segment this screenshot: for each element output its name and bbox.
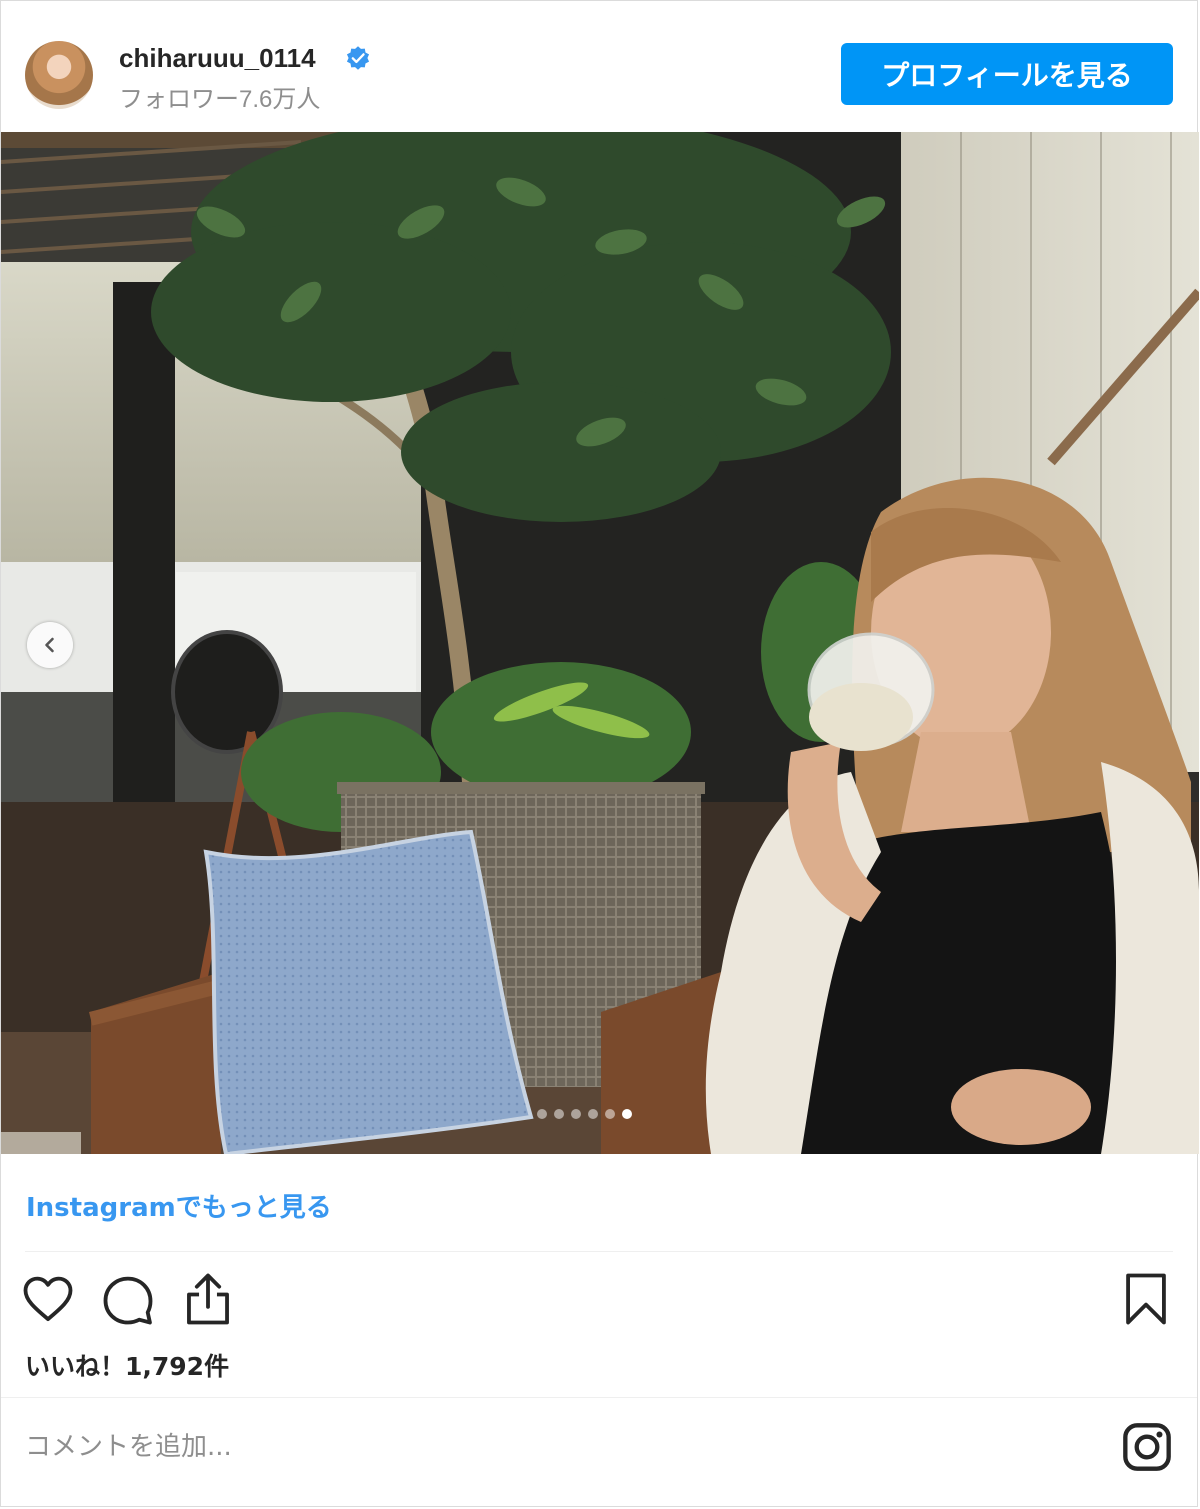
carousel-dot (571, 1109, 581, 1119)
post-image (1, 132, 1199, 1154)
view-profile-button[interactable]: プロフィールを見る (841, 43, 1173, 105)
add-comment-input[interactable] (23, 1421, 1077, 1473)
bookmark-icon[interactable] (1121, 1271, 1171, 1327)
carousel-indicator (537, 1109, 632, 1123)
carousel-dot (554, 1109, 564, 1119)
carousel-dot (588, 1109, 598, 1119)
heart-icon[interactable] (21, 1273, 75, 1327)
carousel-dot-active (622, 1109, 632, 1119)
carousel-dot (537, 1109, 547, 1119)
divider (25, 1251, 1173, 1252)
avatar[interactable] (25, 41, 93, 109)
comment-icon[interactable] (101, 1273, 155, 1327)
chevron-left-icon (45, 637, 54, 653)
username[interactable]: chiharuuu_0114 (119, 43, 316, 74)
carousel-dot (605, 1109, 615, 1119)
verified-badge-icon (346, 46, 370, 70)
instagram-logo-icon[interactable] (1121, 1421, 1173, 1473)
post-header: chiharuuu_0114 フォロワー7.6万人 プロフィールを見る (1, 1, 1197, 132)
share-icon[interactable] (181, 1271, 235, 1327)
instagram-embed-card: chiharuuu_0114 フォロワー7.6万人 プロフィールを見る Inst… (0, 0, 1199, 1507)
follower-count: フォロワー7.6万人 (119, 86, 321, 113)
carousel-prev-button[interactable] (27, 622, 73, 668)
view-more-on-instagram-link[interactable]: Instagramでもっと見る (26, 1187, 332, 1224)
post-photo[interactable] (1, 132, 1199, 1154)
like-count[interactable]: いいね！1,792件 (25, 1347, 229, 1383)
divider (1, 1397, 1197, 1398)
